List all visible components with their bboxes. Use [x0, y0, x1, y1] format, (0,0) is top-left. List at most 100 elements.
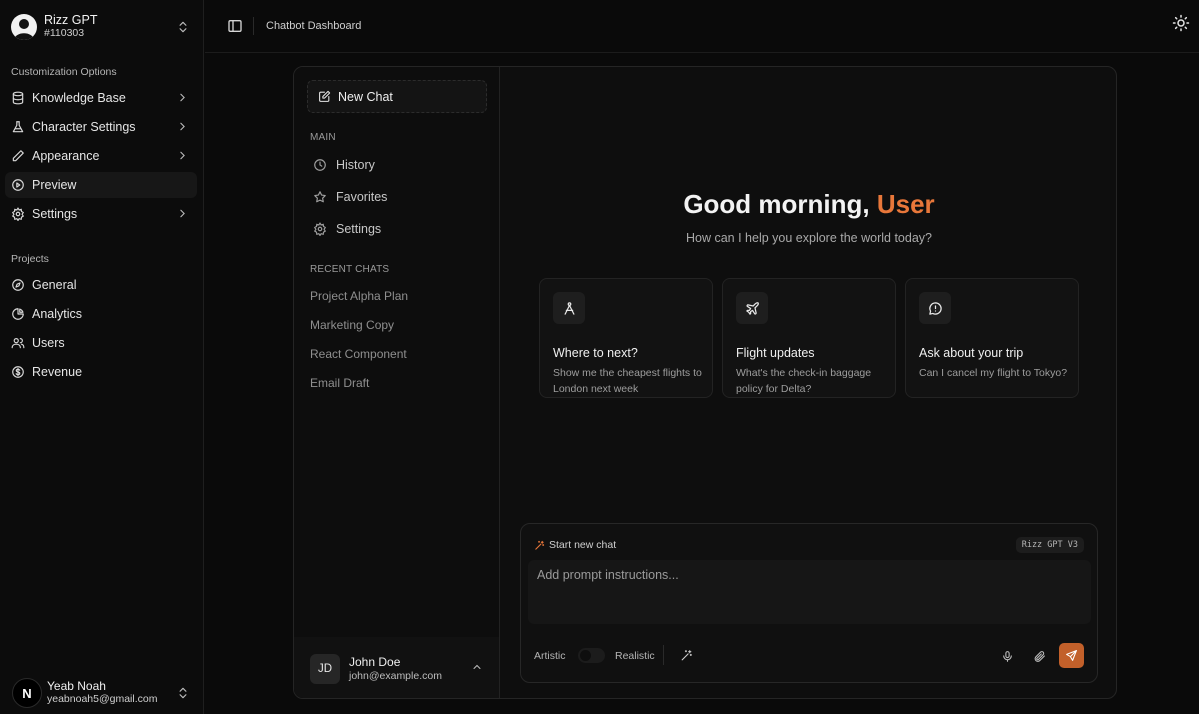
user-account-switcher[interactable]: N Yeab Noah yeabnoah5@gmail.com: [8, 676, 196, 710]
greeting-name: User: [876, 189, 935, 219]
chevron-up-icon: [471, 661, 483, 673]
suggestion-card-flight-updates[interactable]: Flight updates What's the check-in bagga…: [722, 278, 896, 398]
sidebar-item-label: Appearance: [32, 149, 100, 163]
new-chat-label: New Chat: [338, 89, 393, 104]
greeting-subtitle: How can I help you explore the world tod…: [686, 231, 932, 245]
plane-icon: [745, 301, 760, 316]
greeting-heading: Good morning, User: [501, 189, 1116, 220]
suggestion-title: Where to next?: [553, 346, 638, 360]
app-id: #110303: [44, 27, 85, 39]
suggestion-icon-box: [553, 292, 585, 324]
sidebar-item-label: Knowledge Base: [32, 91, 126, 105]
compass-drafting-icon: [562, 301, 577, 316]
chevron-right-icon: [176, 120, 189, 133]
chat-profile-menu[interactable]: JD John Doe john@example.com: [294, 637, 499, 698]
app-name: Rizz GPT: [44, 13, 98, 27]
mode-toggle[interactable]: [578, 648, 605, 663]
breadcrumb[interactable]: Chatbot Dashboard: [266, 20, 361, 32]
chat-nav-settings[interactable]: Settings: [307, 216, 487, 242]
chat-nav-favorites[interactable]: Favorites: [307, 184, 487, 210]
chevrons-up-down-icon: [176, 686, 190, 700]
recent-chat-item[interactable]: Marketing Copy: [310, 318, 394, 332]
chat-nav-label: Settings: [336, 222, 382, 236]
suggestion-title: Flight updates: [736, 346, 815, 360]
flask-icon: [11, 120, 25, 134]
chevron-right-icon: [176, 207, 189, 220]
app-sidebar: Rizz GPT #110303 Customization Options K…: [0, 0, 204, 714]
edit-icon: [318, 90, 331, 103]
greeting-prefix: Good morning,: [683, 189, 877, 219]
microphone-icon[interactable]: [1001, 650, 1014, 663]
chat-nav-label: History: [336, 158, 375, 172]
divider: [663, 645, 664, 665]
profile-name: John Doe: [349, 654, 401, 669]
sidebar-item-label: Revenue: [32, 365, 83, 379]
sidebar-item-label: Preview: [32, 178, 77, 192]
compass-icon: [11, 278, 25, 292]
sun-icon[interactable]: [1172, 14, 1190, 32]
prompt-composer: Start new chat Rizz GPT V3 Artistic Real…: [520, 523, 1098, 683]
sidebar-item-appearance[interactable]: Appearance: [5, 143, 197, 169]
chat-nav-history[interactable]: History: [307, 152, 487, 178]
projects-label: Projects: [11, 253, 49, 265]
users-icon: [11, 336, 25, 350]
star-icon: [313, 190, 327, 204]
new-chat-button[interactable]: New Chat: [307, 80, 487, 113]
chatbot-preview-card: New Chat MAIN History Favorites Settings…: [293, 66, 1117, 699]
toggle-knob: [580, 650, 591, 661]
gear-icon: [11, 207, 25, 221]
top-bar: Chatbot Dashboard: [205, 0, 1199, 53]
profile-email: john@example.com: [349, 669, 442, 682]
paperclip-icon[interactable]: [1033, 650, 1046, 663]
chat-nav-label: Favorites: [336, 190, 388, 204]
mode-label-artistic: Artistic: [534, 650, 566, 662]
sidebar-toggle-icon[interactable]: [227, 18, 243, 34]
play-circle-icon: [11, 178, 25, 192]
recent-chats-label: RECENT CHATS: [310, 264, 390, 275]
sidebar-item-label: Character Settings: [32, 120, 136, 134]
chevron-right-icon: [176, 149, 189, 162]
send-icon: [1065, 649, 1078, 662]
sidebar-item-analytics[interactable]: Analytics: [5, 301, 197, 327]
send-button[interactable]: [1059, 643, 1084, 668]
customization-label: Customization Options: [11, 66, 117, 78]
user-name: Yeab Noah: [47, 679, 106, 693]
sidebar-item-label: Users: [32, 336, 65, 350]
pen-icon: [11, 149, 25, 163]
sidebar-item-label: General: [32, 278, 77, 292]
message-alert-icon: [928, 301, 943, 316]
user-email: yeabnoah5@gmail.com: [47, 693, 158, 705]
sidebar-item-preview[interactable]: Preview: [5, 172, 197, 198]
sidebar-item-knowledge-base[interactable]: Knowledge Base: [5, 85, 197, 111]
composer-header-label: Start new chat: [549, 539, 617, 551]
sidebar-item-revenue[interactable]: Revenue: [5, 359, 197, 385]
app-switcher[interactable]: Rizz GPT #110303: [8, 8, 196, 46]
sidebar-item-settings[interactable]: Settings: [5, 201, 197, 227]
sidebar-item-users[interactable]: Users: [5, 330, 197, 356]
sidebar-item-character-settings[interactable]: Character Settings: [5, 114, 197, 140]
database-icon: [11, 91, 25, 105]
gear-icon: [313, 222, 327, 236]
clock-icon: [313, 158, 327, 172]
suggestion-card-where-to-next[interactable]: Where to next? Show me the cheapest flig…: [539, 278, 713, 398]
recent-chat-item[interactable]: Project Alpha Plan: [310, 289, 408, 303]
wand-sparkle-icon: [534, 540, 545, 551]
sidebar-item-general[interactable]: General: [5, 272, 197, 298]
main-section-label: MAIN: [310, 132, 336, 143]
pie-chart-icon: [11, 307, 25, 321]
model-badge: Rizz GPT V3: [1015, 537, 1084, 553]
chat-sidebar: New Chat MAIN History Favorites Settings…: [294, 67, 500, 698]
suggestion-title: Ask about your trip: [919, 346, 1024, 360]
suggestion-icon-box: [919, 292, 951, 324]
sidebar-item-label: Analytics: [32, 307, 83, 321]
sidebar-item-label: Settings: [32, 207, 78, 221]
recent-chat-item[interactable]: Email Draft: [310, 376, 369, 390]
suggestion-card-ask-about-trip[interactable]: Ask about your trip Can I cancel my flig…: [905, 278, 1079, 398]
divider: [253, 17, 254, 35]
mode-label-realistic: Realistic: [615, 650, 655, 662]
app-avatar: [11, 14, 37, 40]
magic-wand-icon[interactable]: [680, 649, 693, 662]
suggestion-icon-box: [736, 292, 768, 324]
recent-chat-item[interactable]: React Component: [310, 347, 407, 361]
prompt-input[interactable]: [528, 560, 1091, 624]
